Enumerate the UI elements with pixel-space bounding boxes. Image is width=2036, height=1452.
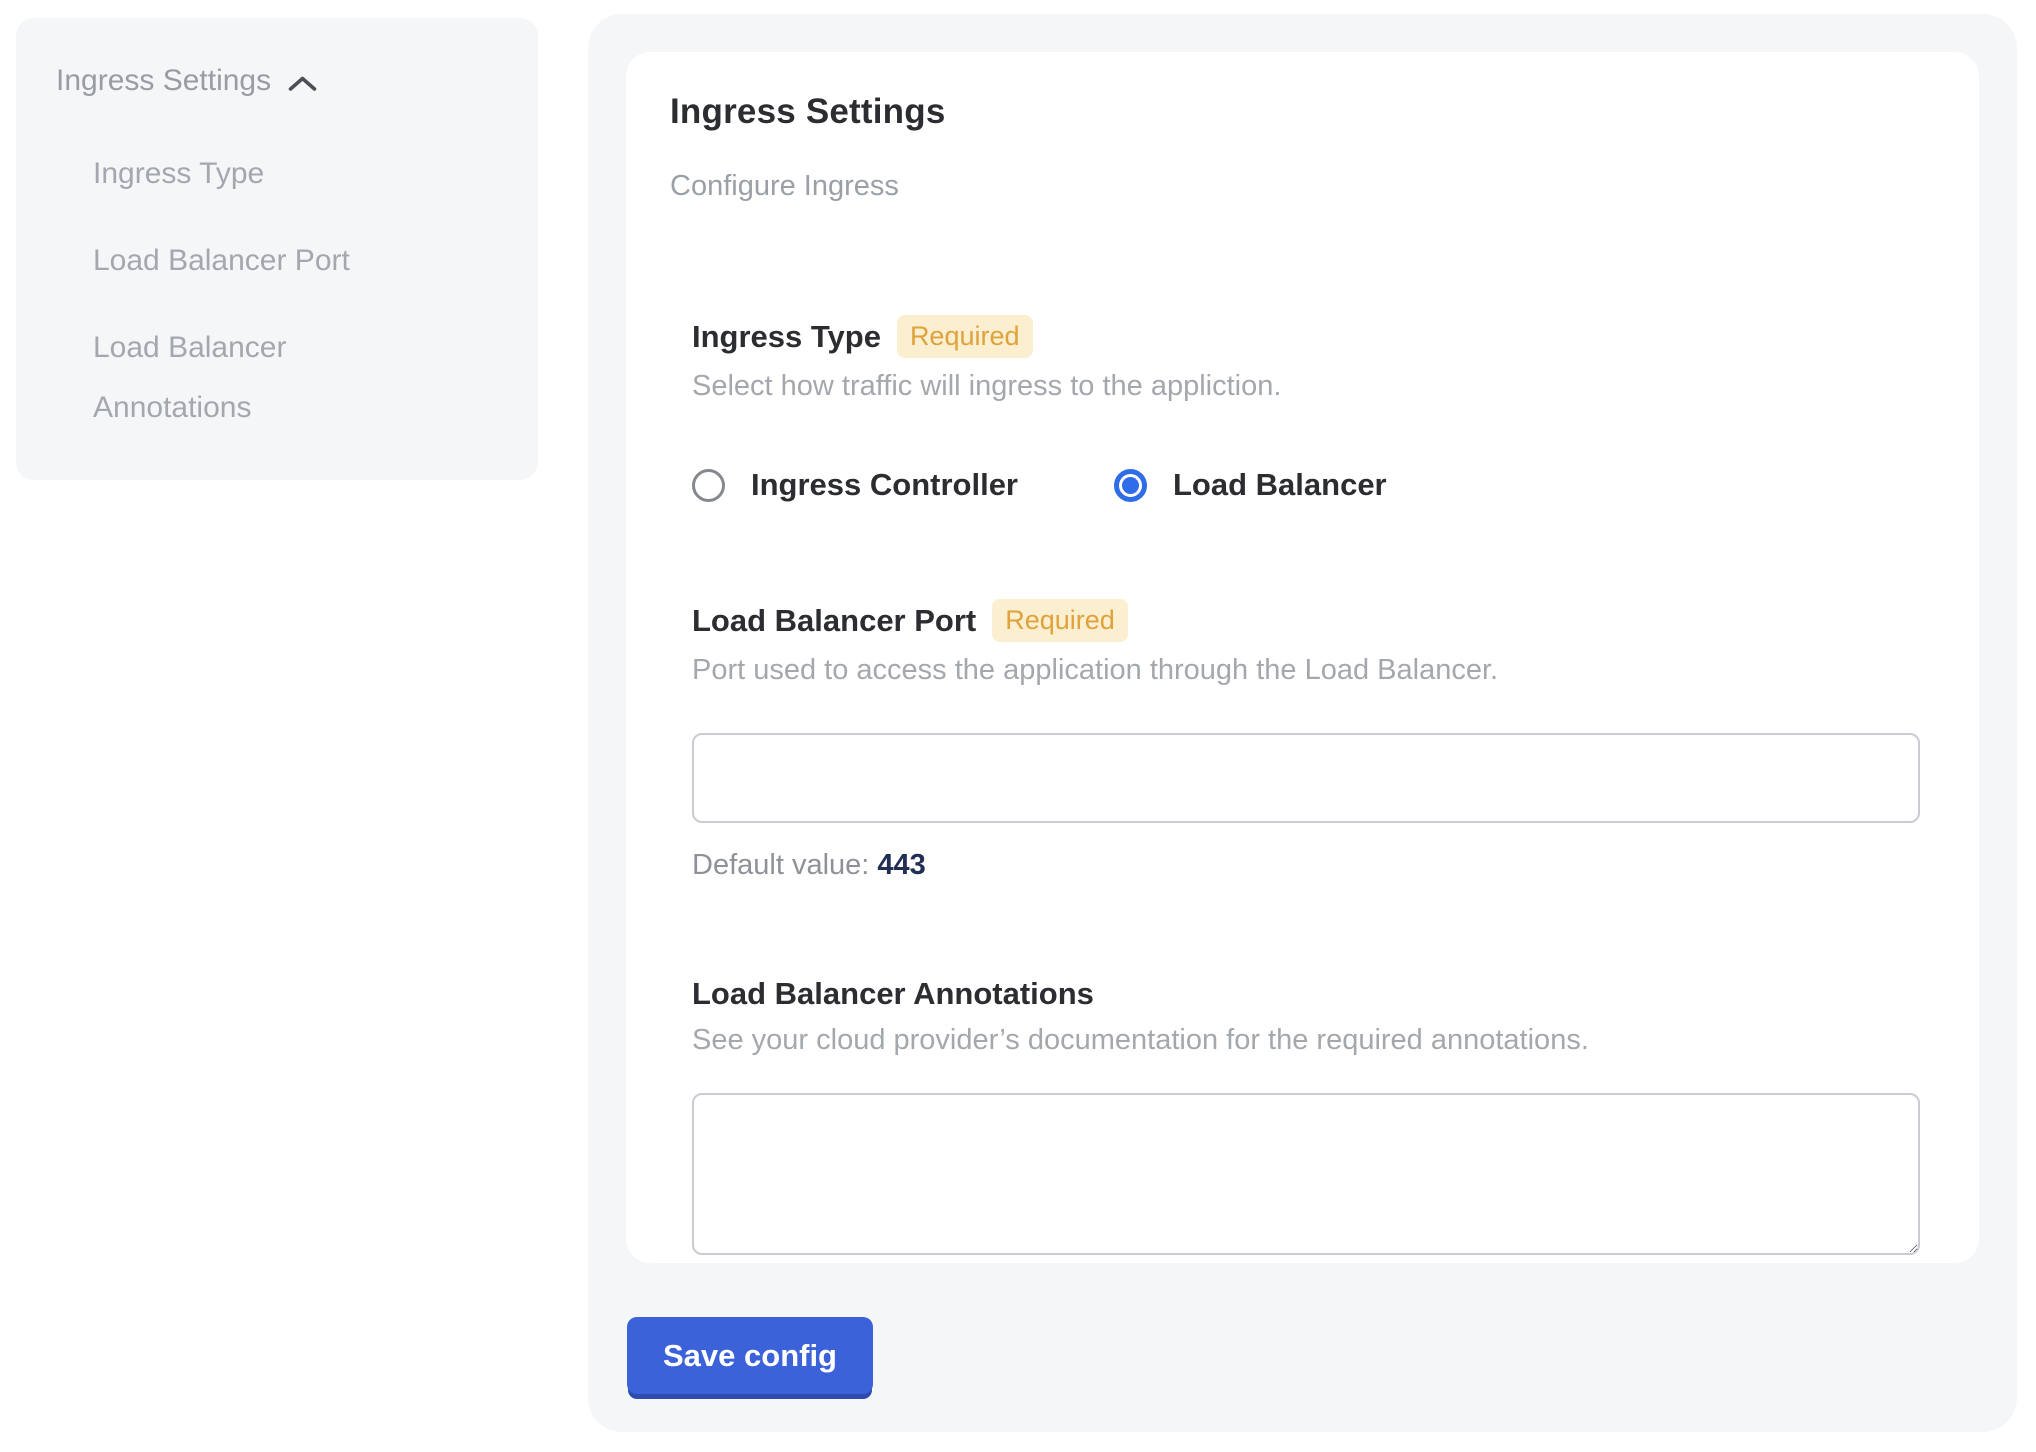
field-label-ingress-type: Ingress Type <box>692 319 881 355</box>
sidebar-nav: Ingress Type Load Balancer Port Load Bal… <box>93 144 498 438</box>
radio-option-ingress-controller[interactable]: Ingress Controller <box>692 467 1018 503</box>
sidebar-item-load-balancer-annotations[interactable]: Load Balancer Annotations <box>93 318 423 438</box>
radio-icon <box>1114 469 1147 502</box>
sidebar-item-load-balancer-port[interactable]: Load Balancer Port <box>93 231 423 291</box>
chevron-up-icon <box>287 74 318 93</box>
field-description-load-balancer-port: Port used to access the application thro… <box>692 654 1935 687</box>
ingress-type-radio-group: Ingress Controller Load Balancer <box>692 467 1935 503</box>
field-description-load-balancer-annotations: See your cloud provider’s documentation … <box>692 1024 1935 1057</box>
field-load-balancer-annotations: Load Balancer Annotations See your cloud… <box>692 976 1935 1255</box>
default-value-row: Default value:443 <box>692 849 1935 882</box>
load-balancer-annotations-textarea[interactable] <box>692 1093 1920 1255</box>
settings-card: Ingress Settings Configure Ingress Ingre… <box>626 52 1979 1263</box>
sidebar-section-label: Ingress Settings <box>56 64 271 98</box>
save-config-button[interactable]: Save config <box>627 1317 873 1394</box>
sidebar-section-ingress-settings[interactable]: Ingress Settings <box>56 64 498 98</box>
sidebar: Ingress Settings Ingress Type Load Balan… <box>16 18 538 480</box>
page-title: Ingress Settings <box>670 92 1935 132</box>
default-value-label: Default value: <box>692 849 869 881</box>
field-ingress-type: Ingress Type Required Select how traffic… <box>692 315 1935 503</box>
page-subtitle: Configure Ingress <box>670 170 1935 203</box>
required-badge: Required <box>992 599 1128 642</box>
radio-label-ingress-controller: Ingress Controller <box>751 467 1018 503</box>
radio-icon <box>692 469 725 502</box>
field-description-ingress-type: Select how traffic will ingress to the a… <box>692 370 1935 403</box>
sidebar-item-ingress-type[interactable]: Ingress Type <box>93 144 423 204</box>
settings-panel: Ingress Settings Configure Ingress Ingre… <box>588 14 2017 1432</box>
field-label-load-balancer-port: Load Balancer Port <box>692 603 976 639</box>
page: Ingress Settings Ingress Type Load Balan… <box>0 0 2036 1452</box>
radio-label-load-balancer: Load Balancer <box>1173 467 1387 503</box>
field-load-balancer-port: Load Balancer Port Required Port used to… <box>692 599 1935 882</box>
radio-option-load-balancer[interactable]: Load Balancer <box>1114 467 1387 503</box>
default-value: 443 <box>877 849 925 881</box>
field-label-load-balancer-annotations: Load Balancer Annotations <box>692 976 1094 1012</box>
load-balancer-port-input[interactable] <box>692 733 1920 823</box>
required-badge: Required <box>897 315 1033 358</box>
